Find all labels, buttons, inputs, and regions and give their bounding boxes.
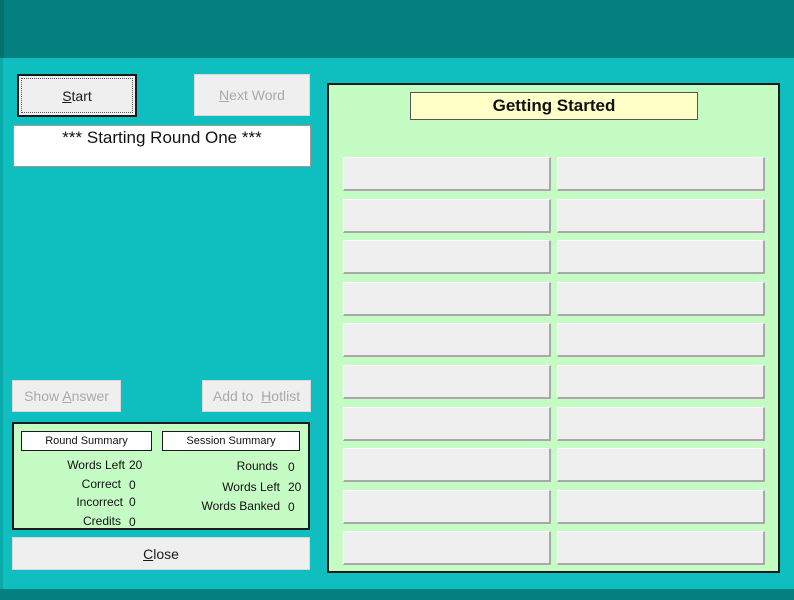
status-bar [0,589,794,600]
start-button[interactable]: Start [17,74,137,117]
session-words-banked-label: Words Banked [201,499,281,513]
status-message: *** Starting Round One *** [13,125,311,167]
window-left-edge [0,58,3,589]
session-rounds-label: Rounds [236,459,278,473]
word-slot[interactable] [557,531,765,565]
next-word-button[interactable]: Next Word [194,74,310,116]
close-button[interactable]: Close [12,537,310,570]
word-slot[interactable] [557,199,765,233]
session-summary-title: Session Summary [162,431,300,451]
word-slot[interactable] [343,199,551,233]
round-words-left-label: Words Left [67,458,125,472]
round-correct-label: Correct [81,477,121,491]
title-bar [0,0,794,58]
next-word-button-label: Next Word [219,87,285,103]
word-slot[interactable] [343,323,551,357]
session-words-left-label: Words Left [222,480,280,494]
panel-title: Getting Started [410,92,698,120]
word-slot[interactable] [557,157,765,191]
round-words-left-value: 20 [129,458,143,472]
word-slot[interactable] [343,282,551,316]
round-credits-value: 0 [129,515,136,529]
round-summary-title: Round Summary [21,431,152,451]
word-slot[interactable] [557,282,765,316]
round-incorrect-label: Incorrect [76,495,123,509]
word-slot[interactable] [343,448,551,482]
word-slot[interactable] [557,323,765,357]
session-words-banked-value: 0 [288,500,295,514]
round-incorrect-value: 0 [129,495,136,509]
show-answer-button-label: Show Answer [24,388,109,404]
word-panel: Getting Started [327,83,780,573]
word-slot[interactable] [557,490,765,524]
session-rounds-value: 0 [288,460,295,474]
word-slot[interactable] [557,448,765,482]
word-slot[interactable] [343,365,551,399]
round-correct-value: 0 [129,478,136,492]
show-answer-button[interactable]: Show Answer [12,380,121,412]
start-button-label: Start [62,87,92,104]
word-slot[interactable] [557,240,765,274]
word-slot[interactable] [557,365,765,399]
add-to-hotlist-button[interactable]: Add to Hotlist [202,380,311,412]
close-button-label: Close [143,545,179,562]
summary-panel: Round Summary Session Summary Words Left… [12,422,310,530]
session-words-left-value: 20 [288,480,302,494]
word-slot[interactable] [557,407,765,441]
word-slot[interactable] [343,490,551,524]
word-slot[interactable] [343,531,551,565]
word-slot[interactable] [343,157,551,191]
add-to-hotlist-button-label: Add to Hotlist [212,388,301,404]
word-slot[interactable] [343,407,551,441]
word-slot[interactable] [343,240,551,274]
round-credits-label: Credits [82,514,121,528]
